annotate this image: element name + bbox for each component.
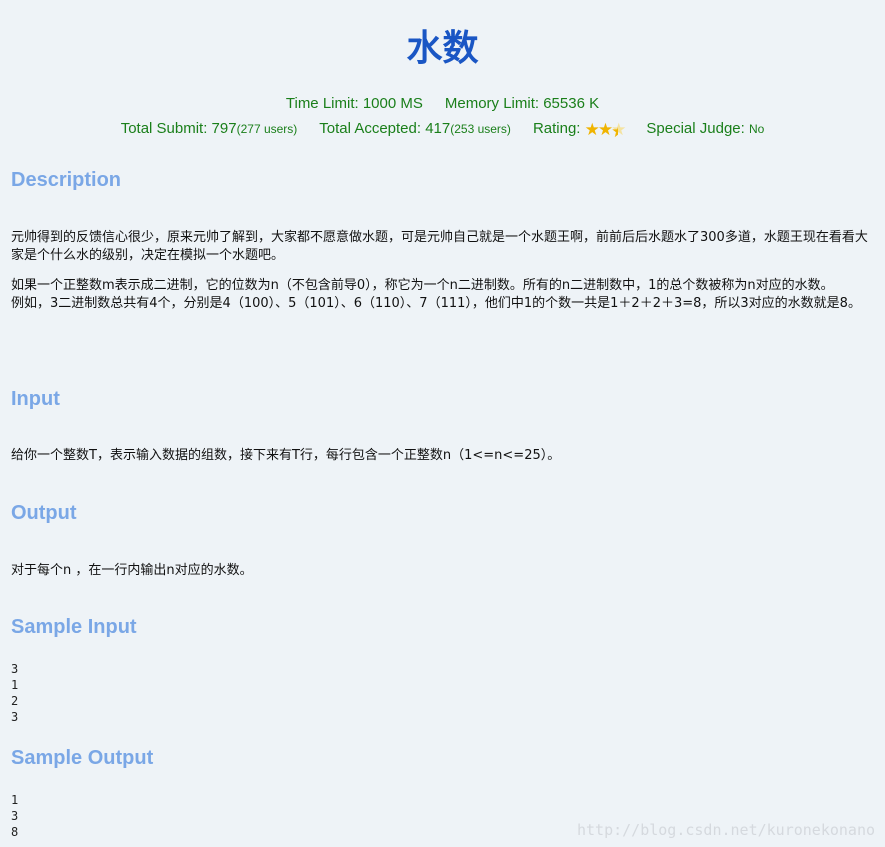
description-heading: Description (11, 169, 122, 191)
time-limit: Time Limit: 1000 MS (285, 95, 423, 112)
special-judge-value: No (748, 122, 765, 136)
sample-input-line: 2 (11, 694, 19, 708)
description-paragraph: 如果一个正整数m表示成二进制，它的位数为n（不包含前导0），称它为一个n二进制数… (11, 278, 834, 293)
total-submit: Total Submit: 797 (120, 120, 237, 137)
total-accepted: Total Accepted: 417 (319, 120, 451, 137)
output-content: 对于每个n ，在一行内输出n对应的水数。 (11, 562, 875, 580)
sample-output-line: 1 (11, 793, 19, 807)
input-heading: Input (11, 388, 60, 410)
description-paragraph: 例如，3二进制数总共有4个，分别是4（100）、5（101）、6（110）、7（… (11, 296, 861, 311)
watermark: http://blog.csdn.net/kuronekonano (576, 821, 875, 839)
stats-row: Total Submit: 797(277 users) Total Accept… (0, 117, 885, 142)
sample-input-line: 3 (11, 662, 19, 676)
limits-row: Time Limit: 1000 MS Memory Limit: 65536 K (0, 93, 885, 115)
sample-input-line: 1 (11, 678, 19, 692)
input-content: 给你一个整数T，表示输入数据的组数，接下来有T行，每行包含一个正整数n（1<=n… (11, 447, 875, 465)
input-text: 给你一个整数T，表示输入数据的组数，接下来有T行，每行包含一个正整数n（1<=n… (11, 448, 561, 463)
special-judge-label: Special Judge: (646, 120, 745, 137)
sample-input-line: 3 (11, 710, 19, 724)
problem-title: 水数 (406, 28, 479, 69)
output-text: 对于每个n ，在一行内输出n对应的水数。 (11, 563, 253, 578)
description-paragraph: 元帅得到的反馈信心很少，原来元帅了解到，大家都不愿意做水题，可是元帅自己就是一个… (11, 230, 868, 263)
description-content: 元帅得到的反馈信心很少，原来元帅了解到，大家都不愿意做水题，可是元帅自己就是一个… (11, 229, 875, 313)
total-submit-users: (277 users) (236, 122, 298, 136)
rating-stars: ★★★ (584, 118, 627, 142)
star-icon: ★ (597, 120, 613, 139)
sample-output-heading: Sample Output (11, 747, 154, 769)
rating-label: Rating: (532, 120, 581, 137)
output-heading: Output (11, 502, 77, 524)
half-star-icon: ★ (611, 120, 626, 139)
star-icon: ★ (584, 120, 600, 139)
memory-limit: Memory Limit: 65536 K (444, 95, 600, 112)
total-accepted-users: (253 users) (450, 122, 511, 136)
sample-input-block: 3 1 2 3 (11, 661, 875, 725)
sample-input-heading: Sample Input (11, 616, 137, 638)
